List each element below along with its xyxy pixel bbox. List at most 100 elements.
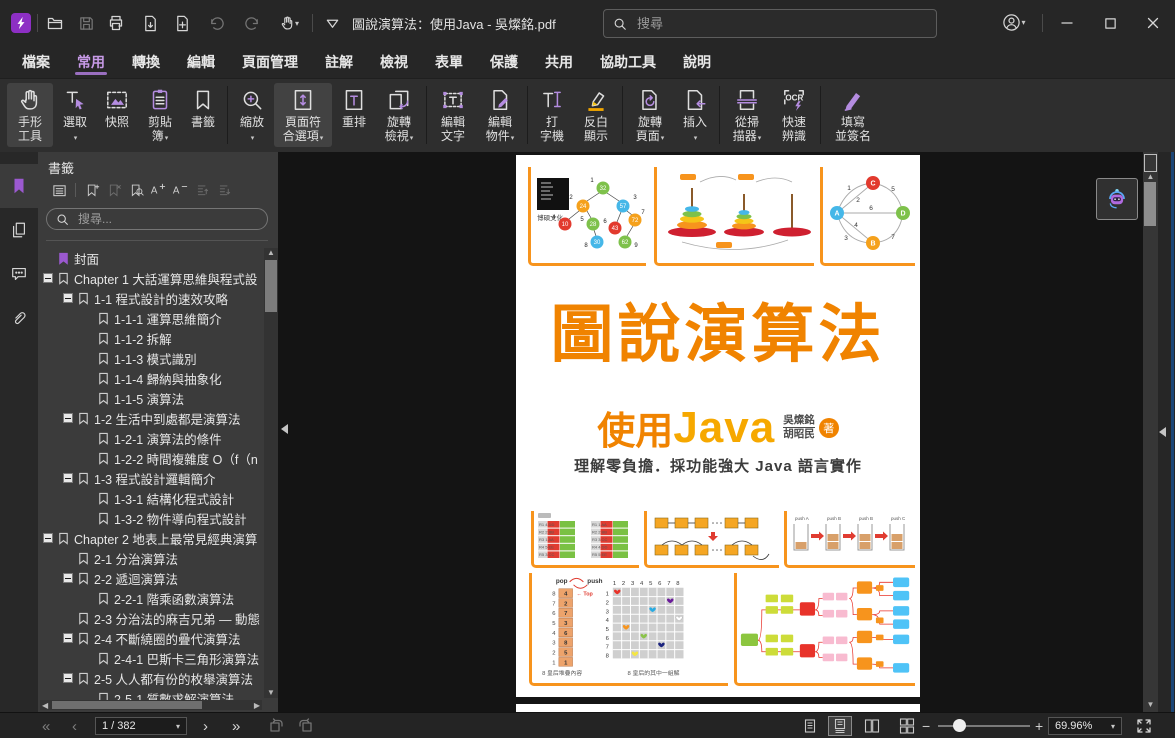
collapse-expander[interactable] bbox=[62, 628, 77, 648]
bookmark-item[interactable]: 1-1-5 演算法 bbox=[38, 388, 262, 408]
add-bookmark-button[interactable] bbox=[81, 180, 103, 200]
bookmark-item[interactable]: 2-2 遞迴演算法 bbox=[38, 568, 262, 588]
collapse-expander[interactable] bbox=[82, 308, 97, 328]
facing-view-button[interactable] bbox=[860, 716, 884, 736]
menu-tab[interactable]: 檔案 bbox=[22, 46, 50, 78]
hand-tool-quick-button[interactable]: ▾ bbox=[272, 12, 306, 34]
zoom-in-button[interactable]: + bbox=[1035, 713, 1043, 738]
menu-tab[interactable]: 頁面管理 bbox=[242, 46, 298, 78]
global-search-box[interactable] bbox=[603, 9, 937, 38]
collapse-expander[interactable] bbox=[82, 348, 97, 368]
typewriter-button[interactable]: 打 字機 bbox=[532, 83, 572, 147]
collapse-right-panel-button[interactable] bbox=[1159, 427, 1166, 437]
collapse-expander[interactable] bbox=[82, 428, 97, 448]
collapse-expander[interactable] bbox=[62, 568, 77, 588]
undo-button[interactable] bbox=[204, 12, 228, 34]
demote-bookmark-button[interactable] bbox=[213, 180, 235, 200]
hand-tool-button[interactable]: 手形 工具 bbox=[7, 83, 53, 147]
delete-bookmark-button[interactable] bbox=[103, 180, 125, 200]
menu-tab[interactable]: 常用 bbox=[75, 46, 107, 78]
continuous-view-button[interactable] bbox=[828, 716, 852, 736]
quick-ocr-button[interactable]: OCR 快速 辨識 bbox=[772, 83, 816, 147]
facing-continuous-view-button[interactable] bbox=[895, 716, 919, 736]
maximize-button[interactable] bbox=[1095, 8, 1125, 38]
attachments-panel-tab[interactable] bbox=[0, 296, 38, 340]
collapse-expander[interactable] bbox=[82, 488, 97, 508]
insert-page-button[interactable]: 插入 ▾ bbox=[675, 83, 715, 147]
bookmark-item[interactable]: 2-5-1 質數求解演算法 bbox=[38, 688, 262, 700]
bookmark-button[interactable]: 書籤 bbox=[183, 83, 223, 147]
bookmark-item[interactable]: 1-1 程式設計的速效攻略 bbox=[38, 288, 262, 308]
bookmark-item[interactable]: 1-1-3 模式識別 bbox=[38, 348, 262, 368]
document-vertical-scrollbar[interactable]: ▲ ▼ bbox=[1143, 152, 1158, 712]
bookmark-item[interactable]: 1-2-2 時間複雜度 O（f（n bbox=[38, 448, 262, 468]
expand-bookmarks-button[interactable]: A bbox=[147, 180, 169, 200]
rotate-page-button[interactable]: 旋轉 頁面▾ bbox=[627, 83, 673, 147]
collapse-expander[interactable] bbox=[42, 528, 57, 548]
reflow-button[interactable]: 重排 bbox=[334, 83, 374, 147]
search-input[interactable] bbox=[635, 15, 909, 32]
bookmark-item[interactable]: 封面 bbox=[38, 248, 262, 268]
select-tool-button[interactable]: 選取 ▾ bbox=[55, 83, 95, 147]
collapse-expander[interactable] bbox=[82, 688, 97, 700]
panel-vertical-scrollbar[interactable]: ▲ ▼ bbox=[264, 248, 278, 698]
minimize-button[interactable] bbox=[1052, 8, 1082, 38]
account-button[interactable]: ▾ bbox=[996, 11, 1032, 33]
pages-panel-tab[interactable] bbox=[0, 208, 38, 252]
collapse-expander[interactable] bbox=[82, 368, 97, 388]
bookmark-item[interactable]: 1-2-1 演算法的條件 bbox=[38, 428, 262, 448]
scroll-down-arrow[interactable]: ▼ bbox=[264, 688, 278, 698]
collapse-expander[interactable] bbox=[62, 548, 77, 568]
last-page-button[interactable]: » bbox=[232, 713, 240, 738]
scroll-down-arrow[interactable]: ▼ bbox=[1143, 700, 1158, 710]
bookmark-item[interactable]: Chapter 2 地表上最常見經典演算 bbox=[38, 528, 262, 548]
panel-menu-button[interactable] bbox=[48, 180, 70, 200]
edit-text-button[interactable]: 編輯 文字 bbox=[431, 83, 475, 147]
first-page-button[interactable]: « bbox=[42, 713, 50, 738]
menu-tab[interactable]: 說明 bbox=[683, 46, 711, 78]
bookmark-item[interactable]: 1-1-4 歸納與抽象化 bbox=[38, 368, 262, 388]
next-page-button[interactable]: › bbox=[203, 713, 208, 738]
collapse-left-panel-button[interactable] bbox=[281, 424, 288, 434]
bookmark-item[interactable]: 2-4 不斷繞圈的疊代演算法 bbox=[38, 628, 262, 648]
bookmark-item[interactable]: 1-3-1 結構化程式設計 bbox=[38, 488, 262, 508]
print-current-page-button[interactable] bbox=[138, 12, 162, 34]
snapshot-button[interactable]: 快照 bbox=[97, 83, 137, 147]
edit-object-button[interactable]: 編輯 物件▾ bbox=[477, 83, 523, 147]
scroll-up-arrow[interactable]: ▲ bbox=[1143, 172, 1158, 182]
collapse-expander[interactable] bbox=[62, 288, 77, 308]
find-bookmark-button[interactable] bbox=[125, 180, 147, 200]
menu-tab[interactable]: 表單 bbox=[435, 46, 463, 78]
scroll-left-arrow[interactable]: ◀ bbox=[42, 701, 48, 711]
bookmark-item[interactable]: 1-3 程式設計邏輯簡介 bbox=[38, 468, 262, 488]
pdf-page-next[interactable] bbox=[516, 704, 920, 712]
fullscreen-button[interactable] bbox=[1136, 718, 1152, 734]
rotate-view-cw-button[interactable] bbox=[298, 718, 314, 734]
scrollbar-thumb[interactable] bbox=[1144, 182, 1156, 226]
scroll-right-arrow[interactable]: ▶ bbox=[254, 701, 260, 711]
scroll-up-arrow[interactable]: ▲ bbox=[264, 248, 278, 258]
collapse-expander[interactable] bbox=[82, 588, 97, 608]
zoom-level-box[interactable]: 69.96% ▾ bbox=[1048, 717, 1122, 735]
collapse-expander[interactable] bbox=[42, 268, 57, 288]
collapse-expander[interactable] bbox=[62, 408, 77, 428]
ai-assistant-button[interactable] bbox=[1096, 178, 1138, 220]
pdf-page[interactable]: 博碩文化 32 1 24 2 57 3 10 4 28 5 43 6 72 7 30 8 62 bbox=[516, 155, 920, 697]
bookmark-item[interactable]: 1-1-2 拆解 bbox=[38, 328, 262, 348]
fit-page-options-button[interactable]: 頁面符 合選項▾ bbox=[274, 83, 332, 147]
quick-access-dropdown[interactable] bbox=[320, 12, 344, 34]
previous-page-button[interactable]: ‹ bbox=[72, 713, 77, 738]
zoom-button[interactable]: 縮放 ▾ bbox=[232, 83, 272, 147]
collapse-expander[interactable] bbox=[82, 508, 97, 528]
page-number-box[interactable]: 1 / 382 ▾ bbox=[95, 717, 187, 735]
bookmark-item[interactable]: Chapter 1 大話運算思維與程式設 bbox=[38, 268, 262, 288]
menu-tab[interactable]: 檢視 bbox=[380, 46, 408, 78]
menu-tab[interactable]: 註解 bbox=[325, 46, 353, 78]
bookmark-item[interactable]: 1-2 生活中到處都是演算法 bbox=[38, 408, 262, 428]
bookmark-item[interactable]: 2-4-1 巴斯卡三角形演算法 bbox=[38, 648, 262, 668]
menu-tab[interactable]: 轉換 bbox=[132, 46, 160, 78]
bookmark-item[interactable]: 2-1 分治演算法 bbox=[38, 548, 262, 568]
bookmark-search-input[interactable] bbox=[76, 211, 250, 227]
save-button[interactable] bbox=[74, 12, 98, 34]
bookmark-item[interactable]: 2-3 分治法的麻吉兄弟 — 動態 bbox=[38, 608, 262, 628]
